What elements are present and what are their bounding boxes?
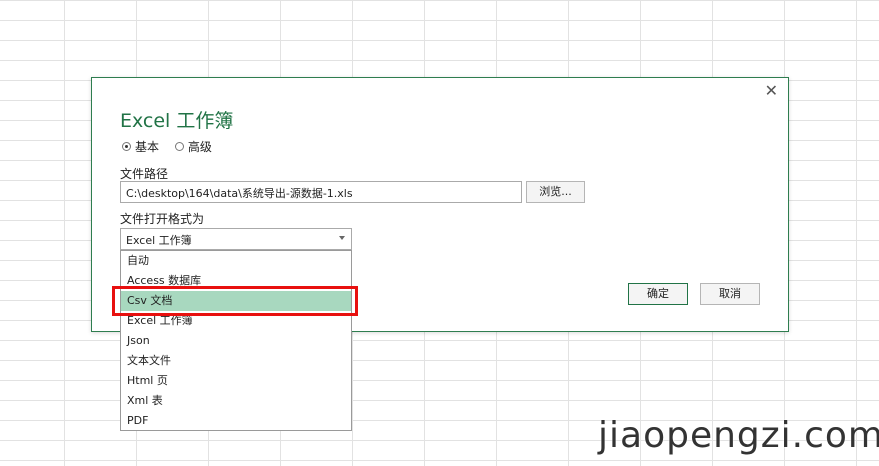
dropdown-item-xml[interactable]: Xml 表 — [121, 391, 351, 411]
radio-basic-indicator[interactable] — [122, 142, 131, 151]
dropdown-item-json[interactable]: Json — [121, 331, 351, 351]
file-path-label: 文件路径 — [120, 167, 169, 181]
open-format-selected-value: Excel 工作簿 — [126, 234, 192, 247]
ok-button[interactable]: 确定 — [628, 283, 688, 305]
close-icon[interactable]: ✕ — [765, 82, 778, 100]
annotation-highlight-box — [112, 286, 358, 316]
dropdown-item-html[interactable]: Html 页 — [121, 371, 351, 391]
radio-advanced-label: 高级 — [187, 140, 212, 154]
open-format-label: 文件打开格式为 — [120, 212, 205, 226]
open-format-select[interactable]: Excel 工作簿 — [120, 228, 352, 250]
mode-radio-group: 基本 高级 — [122, 138, 224, 155]
dropdown-item-text[interactable]: 文本文件 — [121, 351, 351, 371]
radio-advanced-indicator[interactable] — [174, 142, 184, 151]
chevron-down-icon[interactable] — [339, 236, 345, 240]
browse-button[interactable]: 浏览... — [526, 181, 585, 203]
format-dropdown-list: 自动 Access 数据库 Csv 文档 Excel 工作簿 Json 文本文件… — [120, 250, 352, 431]
dropdown-item-auto[interactable]: 自动 — [121, 251, 351, 271]
dropdown-item-pdf[interactable]: PDF — [121, 411, 351, 431]
radio-basic-label: 基本 — [135, 140, 160, 154]
radio-advanced[interactable]: 高级 — [174, 138, 212, 155]
dialog-title: Excel 工作簿 — [120, 110, 234, 132]
radio-basic[interactable]: 基本 — [122, 138, 159, 155]
cancel-button[interactable]: 取消 — [700, 283, 760, 305]
watermark-text: jiaopengzi.com — [598, 415, 879, 456]
file-path-input[interactable]: C:\desktop\164\data\系统导出-源数据-1.xls — [120, 181, 522, 203]
